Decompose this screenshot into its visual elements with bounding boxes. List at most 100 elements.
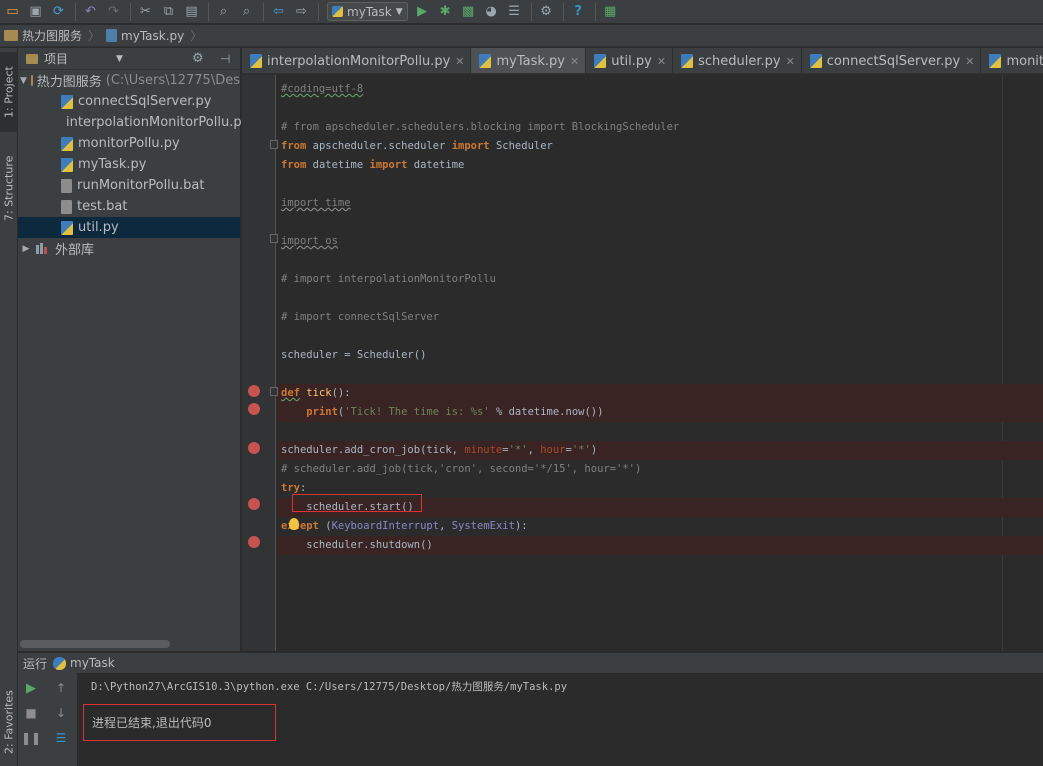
python-file-icon: [106, 29, 118, 42]
console-exit-message: 进程已结束,退出代码0: [83, 704, 276, 741]
code-text: ):: [514, 520, 528, 532]
tree-file-item[interactable]: myTask.py: [18, 154, 240, 175]
soft-wrap-icon[interactable]: ☰: [53, 730, 69, 746]
breadcrumb-project-label: 热力图服务: [22, 29, 83, 43]
editor-tab[interactable]: myTask.py ✕: [471, 48, 587, 73]
tab-project[interactable]: 1: Project: [0, 52, 18, 132]
code-line: # import interpolationMonitorPollu: [277, 270, 1043, 289]
breakpoint-icon[interactable]: [248, 403, 260, 415]
code-text: ,: [439, 520, 452, 532]
python-file-icon: [594, 54, 607, 68]
close-icon[interactable]: ✕: [657, 55, 666, 68]
breadcrumb-file[interactable]: myTask.py: [106, 29, 184, 43]
run-console[interactable]: D:\Python27\ArcGIS10.3\python.exe C:/Use…: [79, 673, 1043, 766]
code-builtin: SystemExit: [451, 520, 515, 532]
tree-root-folder[interactable]: ▼ 热力图服务 (C:\Users\12775\Des: [18, 70, 240, 91]
tree-file-item[interactable]: runMonitorPollu.bat: [18, 175, 240, 196]
replace-icon[interactable]: ⌕: [236, 2, 257, 22]
toolbar-separator: [530, 2, 532, 21]
fold-marker-icon[interactable]: [270, 387, 278, 396]
code-line: import time: [277, 194, 1043, 213]
tree-file-item[interactable]: monitorPollu.py: [18, 133, 240, 154]
editor-tab[interactable]: connectSqlServer.py ✕: [802, 48, 982, 73]
close-icon[interactable]: ✕: [965, 55, 974, 68]
code-text: import os: [281, 235, 338, 247]
tree-file-item[interactable]: connectSqlServer.py: [18, 91, 240, 112]
scroll-down-icon[interactable]: ↓: [53, 705, 69, 721]
breakpoint-icon[interactable]: [248, 498, 260, 510]
code-param: hour: [540, 444, 566, 456]
close-icon[interactable]: ✕: [570, 55, 579, 68]
code-editor[interactable]: #coding=utf-8 # from apscheduler.schedul…: [277, 75, 1043, 651]
save-icon[interactable]: ▣: [25, 2, 46, 22]
library-icon: [36, 243, 50, 254]
copy-icon[interactable]: ⧉: [158, 2, 179, 22]
horizontal-scrollbar[interactable]: [20, 640, 170, 648]
code-keyword: import: [451, 140, 490, 152]
open-folder-icon[interactable]: ▭: [2, 2, 23, 22]
redo-icon[interactable]: ↷: [103, 2, 124, 22]
fold-marker-icon[interactable]: [270, 234, 278, 243]
tab-favorites[interactable]: 2: Favorites: [0, 680, 18, 764]
breakpoint-icon[interactable]: [248, 536, 260, 548]
pause-icon[interactable]: ❚❚: [21, 730, 41, 746]
rerun-icon[interactable]: ▶: [23, 680, 39, 696]
tree-file-item[interactable]: util.py: [18, 217, 240, 238]
tasks-icon[interactable]: ☰: [504, 2, 525, 22]
editor-gutter[interactable]: [242, 75, 276, 651]
fold-marker-icon[interactable]: [270, 140, 278, 149]
tree-file-label: myTask.py: [78, 157, 147, 172]
editor-tabs: interpolationMonitorPollu.py ✕ myTask.py ✕ u…: [242, 48, 1043, 74]
tab-structure[interactable]: 7: Structure: [0, 144, 18, 232]
help-icon[interactable]: ?: [568, 2, 589, 22]
run-config-selector[interactable]: myTask ▼: [327, 2, 408, 21]
run-panel-config[interactable]: myTask: [70, 656, 115, 670]
tree-external-libs[interactable]: ▶ 外部库: [18, 238, 240, 259]
back-icon[interactable]: ⇦: [268, 2, 289, 22]
code-keyword: from: [281, 159, 307, 171]
breakpoint-icon[interactable]: [248, 442, 260, 454]
debug-icon[interactable]: ✱: [435, 2, 456, 22]
code-line: # scheduler.add_job(tick,'cron', second=…: [277, 460, 1043, 479]
close-icon[interactable]: ✕: [455, 55, 464, 68]
find-icon[interactable]: ⌕: [213, 2, 234, 22]
toolbar-separator: [75, 2, 76, 21]
tree-file-item[interactable]: interpolationMonitorPollu.py: [18, 112, 249, 133]
expand-arrow-icon[interactable]: ▼: [20, 76, 27, 86]
scroll-up-icon[interactable]: ↑: [53, 680, 69, 696]
expand-arrow-icon[interactable]: ▶: [20, 244, 32, 254]
undo-icon[interactable]: ↶: [80, 2, 101, 22]
run-icon[interactable]: ▶: [412, 2, 433, 22]
editor-tab[interactable]: util.py ✕: [586, 48, 674, 73]
cut-icon[interactable]: ✂: [135, 2, 156, 22]
tab-project-label: 1: Project: [2, 66, 16, 118]
hide-panel-icon[interactable]: ⊣: [220, 52, 230, 66]
code-keyword: print: [306, 406, 338, 418]
project-panel-title[interactable]: 项目: [44, 50, 68, 67]
profile-icon[interactable]: ◕: [481, 2, 502, 22]
paste-icon[interactable]: ▤: [181, 2, 202, 22]
editor-tab[interactable]: monitorPollu.py✕: [981, 48, 1043, 73]
code-text: ,: [527, 444, 541, 456]
sdk-manager-icon[interactable]: ▦: [600, 2, 621, 22]
lightbulb-icon[interactable]: [289, 518, 299, 530]
close-icon[interactable]: ✕: [786, 55, 795, 68]
run-config-label: myTask: [347, 4, 392, 19]
editor-tab[interactable]: scheduler.py ✕: [673, 48, 802, 73]
sync-icon[interactable]: ⟳: [48, 2, 69, 22]
tree-file-label: connectSqlServer.py: [78, 94, 212, 109]
run-coverage-icon[interactable]: ▩: [458, 2, 479, 22]
breadcrumb-project[interactable]: 热力图服务: [4, 27, 82, 44]
editor-tab[interactable]: interpolationMonitorPollu.py ✕: [242, 48, 472, 73]
chevron-down-icon[interactable]: ▼: [116, 54, 123, 64]
breakpoint-icon[interactable]: [248, 385, 260, 397]
forward-icon[interactable]: ⇨: [291, 2, 312, 22]
settings-icon[interactable]: ⚙: [536, 2, 557, 22]
gear-icon[interactable]: ⚙: [192, 51, 204, 66]
toolbar-separator: [263, 2, 264, 21]
tree-root-path: (C:\Users\12775\Des: [105, 73, 240, 88]
tree-file-item[interactable]: test.bat: [18, 196, 240, 217]
tab-structure-label: 7: Structure: [2, 155, 16, 221]
stop-icon[interactable]: ■: [23, 705, 39, 721]
